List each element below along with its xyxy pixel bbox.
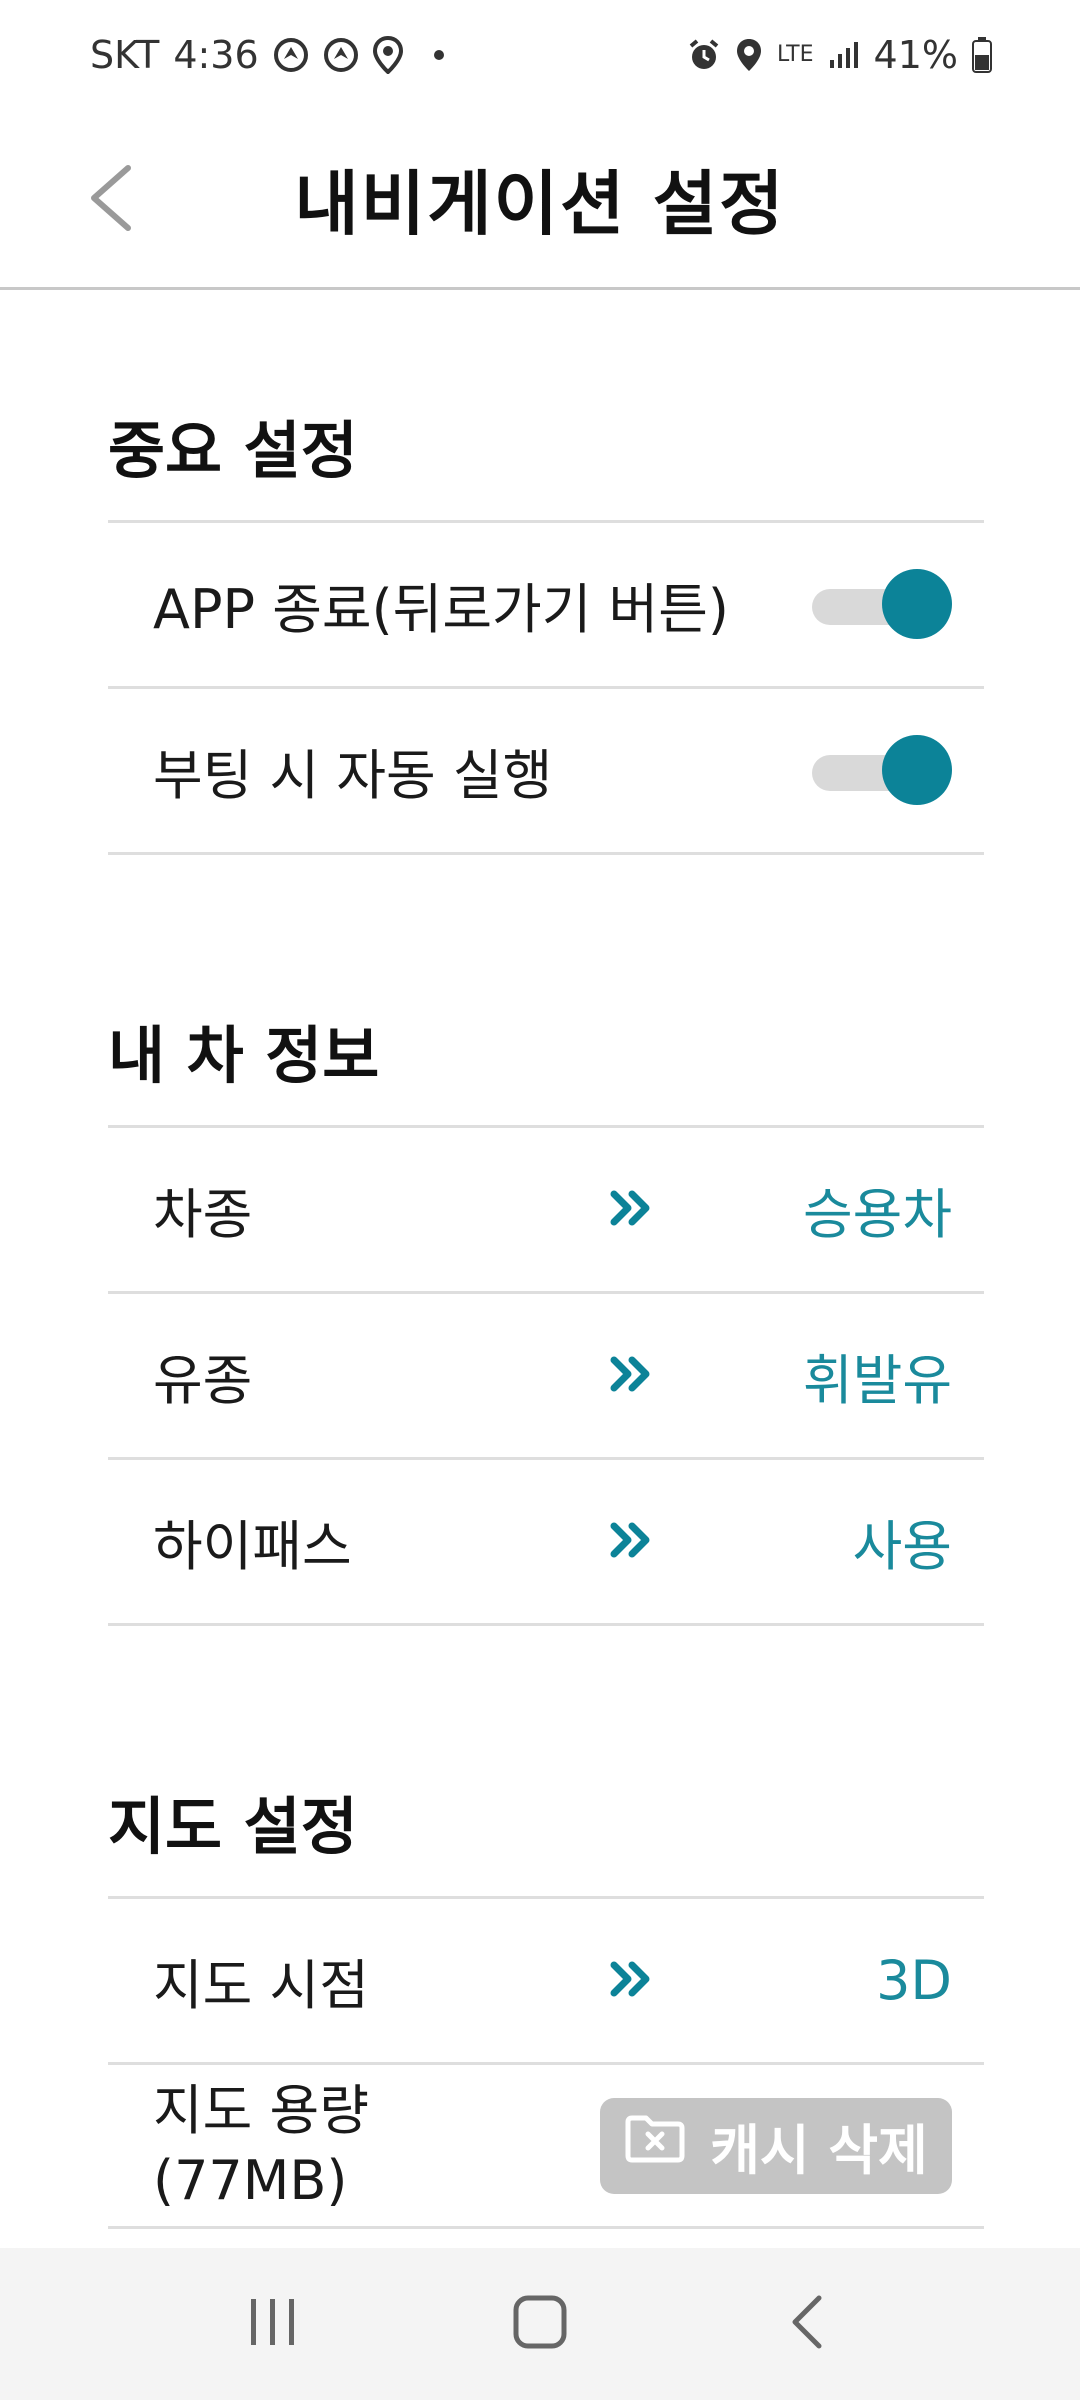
settings-content: 중요 설정 APP 종료(뒤로가기 버튼) 부팅 시 자동 실행 내 차 정보 … xyxy=(108,290,984,2229)
signal-icon xyxy=(828,40,860,70)
location-icon xyxy=(372,36,403,74)
status-bar: SKT 4:36 LTE 41% xyxy=(0,0,1080,110)
fuel-type-value: 휘발유 xyxy=(802,1349,952,1412)
car-info-list: 차종 승용차 유종 휘발유 하이패스 사용 xyxy=(108,1125,984,1626)
map-view-value: 3D xyxy=(876,1949,952,2012)
alarm-icon xyxy=(687,38,721,72)
clock: 4:36 xyxy=(173,33,259,77)
setting-label: 부팅 시 자동 실행 xyxy=(153,744,553,807)
carrier-label: SKT xyxy=(90,33,160,77)
important-settings-list: APP 종료(뒤로가기 버튼) 부팅 시 자동 실행 xyxy=(108,520,984,855)
system-nav-bar xyxy=(0,2248,1080,2400)
clear-cache-label: 캐시 삭제 xyxy=(710,2119,928,2182)
status-bar-right: LTE 41% xyxy=(687,33,992,77)
setting-row-hipass[interactable]: 하이패스 사용 xyxy=(108,1460,984,1626)
app-header: 내비게이션 설정 xyxy=(0,110,1080,290)
hipass-value: 사용 xyxy=(852,1515,952,1578)
home-icon xyxy=(512,2294,568,2354)
setting-row-auto-start: 부팅 시 자동 실행 xyxy=(108,689,984,855)
setting-row-fuel-type[interactable]: 유종 휘발유 xyxy=(108,1294,984,1460)
section-title-car: 내 차 정보 xyxy=(108,1019,380,1092)
map-capacity-size: (77MB) xyxy=(153,2148,348,2212)
setting-row-app-exit: APP 종료(뒤로가기 버튼) xyxy=(108,523,984,689)
map-settings-list: 지도 시점 3D 지도 용량 (77MB) 캐시 삭제 xyxy=(108,1896,984,2229)
page-title: 내비게이션 설정 xyxy=(294,163,786,245)
section-title-important: 중요 설정 xyxy=(108,414,358,487)
home-button[interactable] xyxy=(480,2274,600,2374)
auto-start-toggle[interactable] xyxy=(812,734,952,805)
recent-apps-button[interactable] xyxy=(213,2274,333,2374)
battery-icon xyxy=(972,37,992,73)
status-bar-left: SKT 4:36 xyxy=(90,33,445,77)
navigation-icon xyxy=(273,37,309,73)
toggle-knob xyxy=(882,734,952,805)
setting-label: 하이패스 xyxy=(153,1515,352,1578)
setting-row-map-capacity: 지도 용량 (77MB) 캐시 삭제 xyxy=(108,2065,984,2229)
dot-icon xyxy=(433,49,445,61)
app-exit-toggle[interactable] xyxy=(812,568,952,639)
map-capacity-label: 지도 용량 (77MB) xyxy=(153,2076,600,2216)
back-icon xyxy=(787,2294,827,2354)
system-back-button[interactable] xyxy=(747,2274,867,2374)
recent-apps-icon xyxy=(245,2297,301,2351)
double-chevron-right-icon xyxy=(610,1961,654,2001)
setting-label: 차종 xyxy=(153,1183,253,1246)
double-chevron-right-icon xyxy=(610,1190,654,1230)
double-chevron-right-icon xyxy=(610,1522,654,1562)
location-icon xyxy=(735,37,763,73)
setting-row-car-type[interactable]: 차종 승용차 xyxy=(108,1128,984,1294)
section-title-map: 지도 설정 xyxy=(108,1790,358,1863)
car-type-value: 승용차 xyxy=(802,1183,952,1246)
folder-delete-icon xyxy=(624,2114,686,2177)
setting-row-map-view[interactable]: 지도 시점 3D xyxy=(108,1899,984,2065)
network-label: LTE xyxy=(776,42,814,67)
navigation-icon xyxy=(323,37,359,73)
toggle-knob xyxy=(882,568,952,639)
clear-cache-button[interactable]: 캐시 삭제 xyxy=(600,2097,952,2194)
setting-label: APP 종료(뒤로가기 버튼) xyxy=(153,578,729,641)
double-chevron-right-icon xyxy=(610,1356,654,1396)
battery-percent: 41% xyxy=(873,33,958,77)
setting-label: 지도 시점 xyxy=(153,1954,369,2017)
setting-label: 유종 xyxy=(153,1349,253,1412)
map-capacity-title: 지도 용량 xyxy=(153,2078,369,2142)
